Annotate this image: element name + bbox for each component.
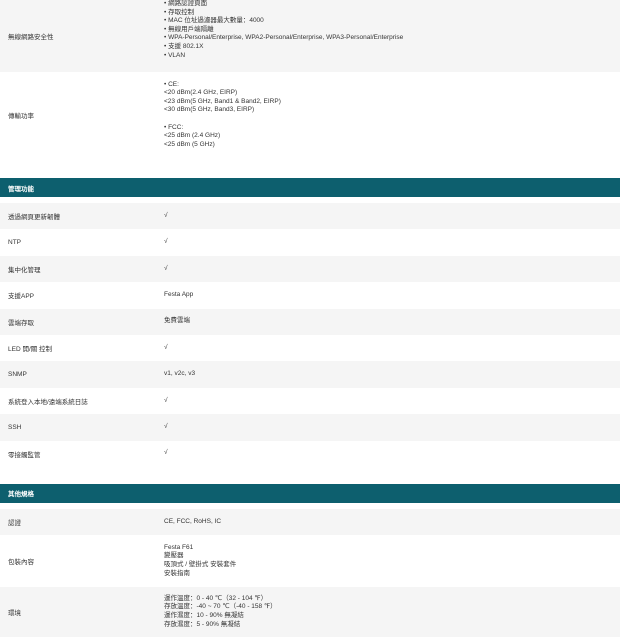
spec-row-transmit-power: 傳輸功率 • CE: <20 dBm(2.4 GHz, EIRP) <23 dB… bbox=[0, 72, 620, 158]
spec-value-line: <20 dBm(2.4 GHz, EIRP) bbox=[164, 89, 238, 97]
spec-value: √ bbox=[164, 423, 168, 431]
spec-row: 透過網頁更新韌體 √ bbox=[0, 203, 620, 230]
spec-value: 運作溫度：0 - 40 ℃（32 - 104 ℉） 存放溫度：-40 ~ 70 … bbox=[164, 587, 620, 637]
spec-row: 系統登入本地/遠端系統日誌 √ bbox=[0, 387, 620, 415]
spec-value: • 網路認證頁面 • 存取控制 • MAC 位址過濾器最大數量：4000 • 無… bbox=[164, 0, 620, 72]
section-header-management: 管理功能 bbox=[0, 178, 620, 197]
spec-value-line: CE, FCC, RoHS, IC bbox=[164, 517, 222, 525]
spec-value-line: • VLAN bbox=[164, 51, 186, 59]
spec-value: √ bbox=[164, 264, 168, 272]
spec-value-line: • 支援 802.1X bbox=[164, 42, 204, 50]
spec-value-line: <25 dBm (2.4 GHz) bbox=[164, 132, 221, 140]
spec-value-line: <30 dBm(5 GHz, Band3, EIRP) bbox=[164, 106, 255, 114]
spec-label: 認證 bbox=[8, 519, 21, 527]
spec-value: • CE: <20 dBm(2.4 GHz, EIRP) <23 dBm(5 G… bbox=[164, 72, 620, 158]
spec-value: Festa App bbox=[164, 291, 194, 299]
spec-label: 包裝內容 bbox=[8, 558, 34, 566]
spec-row: 集中化管理 √ bbox=[0, 255, 620, 283]
spec-value: √ bbox=[164, 211, 168, 219]
spec-value-line: <23 dBm(5 GHz, Band1 & Band2, EIRP) bbox=[164, 97, 281, 105]
spec-value-line: 存放溫度：-40 ~ 70 ℃（-40 - 158 ℉） bbox=[164, 603, 277, 611]
spec-label: 傳輸功率 bbox=[8, 113, 34, 120]
spec-label: 環境 bbox=[8, 609, 21, 617]
spec-row: 支援APP Festa App bbox=[0, 282, 620, 309]
spec-value-line: • 無線用戶端隔離 bbox=[164, 25, 214, 33]
spec-value-line: 安裝指南 bbox=[164, 569, 190, 577]
spec-value-line: 變壓器 bbox=[164, 552, 184, 560]
spec-value: CE, FCC, RoHS, IC bbox=[164, 509, 620, 535]
spec-row-package-contents: 包裝內容 Festa F61 變壓器 吸頂式 / 壁掛式 安裝套件 安裝指南 bbox=[0, 534, 620, 587]
spec-row-wireless-security: 無線網路安全性 • 網路認證頁面 • 存取控制 • MAC 位址過濾器最大數量：… bbox=[0, 0, 620, 72]
spec-value-line: • 網路認證頁面 bbox=[164, 0, 208, 7]
spec-value-line: 存放濕度：5 - 90% 無凝結 bbox=[164, 620, 241, 628]
spec-label: 雲端存取 bbox=[8, 319, 34, 327]
spec-value: √ bbox=[164, 238, 168, 246]
spec-row: 零接觸監管 √ bbox=[0, 440, 620, 467]
section-header-other: 其他規格 bbox=[0, 483, 620, 503]
spec-value-line: Festa F61 bbox=[164, 543, 194, 551]
spec-value-line: 吸頂式 / 壁掛式 安裝套件 bbox=[164, 560, 237, 568]
spec-row-environment: 環境 運作溫度：0 - 40 ℃（32 - 104 ℉） 存放溫度：-40 ~ … bbox=[0, 586, 620, 637]
spec-label: SNMP bbox=[8, 371, 27, 379]
spec-row-certification: 認證 CE, FCC, RoHS, IC bbox=[0, 508, 620, 535]
spec-value-line: 運作濕度：10 - 90% 無凝結 bbox=[164, 611, 244, 619]
spec-row: NTP √ bbox=[0, 229, 620, 256]
spec-row: 雲端存取 免費雲端 bbox=[0, 308, 620, 335]
spec-value-gap bbox=[164, 115, 620, 124]
spec-label: 系統登入本地/遠端系統日誌 bbox=[8, 398, 88, 406]
spec-label: 集中化管理 bbox=[8, 266, 41, 274]
spec-value: Festa F61 變壓器 吸頂式 / 壁掛式 安裝套件 安裝指南 bbox=[164, 535, 620, 587]
spec-value-line: • FCC: bbox=[164, 123, 184, 131]
spec-value: √ bbox=[164, 396, 168, 404]
spec-label: SSH bbox=[8, 423, 22, 431]
spec-row: SSH √ bbox=[0, 414, 620, 441]
spec-value-line: • CE: bbox=[164, 80, 179, 88]
section-spacer bbox=[0, 466, 620, 484]
spec-label: 支援APP bbox=[8, 293, 35, 301]
spec-label: 零接觸監管 bbox=[8, 451, 41, 459]
spec-label: LED 開/關 控制 bbox=[8, 346, 53, 354]
spec-value-line: <25 dBm (5 GHz) bbox=[164, 140, 215, 148]
spec-value: √ bbox=[164, 449, 168, 457]
spec-row: SNMP v1, v2c, v3 bbox=[0, 361, 620, 388]
spec-label: NTP bbox=[8, 239, 21, 247]
spec-label: 透過網頁更新韌體 bbox=[8, 214, 60, 222]
management-rows: 透過網頁更新韌體 √ NTP √ 集中化管理 √ 支援APP Festa App… bbox=[0, 203, 620, 467]
spec-value-line: • MAC 位址過濾器最大數量：4000 bbox=[164, 17, 264, 25]
spec-value: 免費雲端 bbox=[164, 317, 190, 325]
spec-row: LED 開/關 控制 √ bbox=[0, 334, 620, 362]
spec-value-line: • 存取控制 bbox=[164, 8, 195, 16]
spec-label: 無線網路安全性 bbox=[8, 34, 54, 41]
spec-table: 無線網路安全性 • 網路認證頁面 • 存取控制 • MAC 位址過濾器最大數量：… bbox=[0, 0, 620, 637]
spec-value: v1, v2c, v3 bbox=[164, 370, 196, 378]
spec-value-line: • WPA-Personal/Enterprise, WPA2-Personal… bbox=[164, 34, 404, 42]
section-spacer bbox=[0, 158, 620, 178]
spec-value: √ bbox=[164, 343, 168, 351]
